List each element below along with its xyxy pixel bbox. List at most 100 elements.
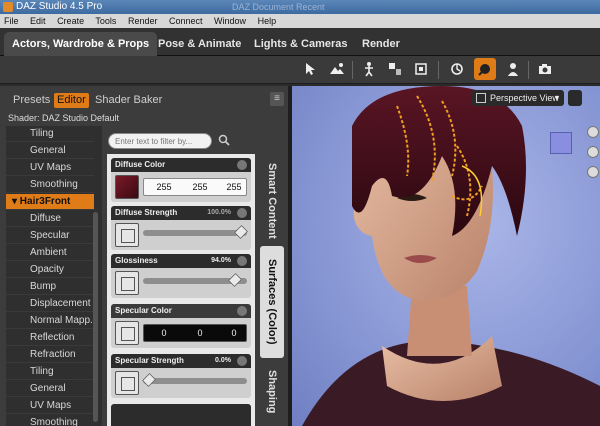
- menu-tools[interactable]: Tools: [95, 16, 116, 26]
- menu-connect[interactable]: Connect: [169, 16, 203, 26]
- camera-selector[interactable]: Perspective View ▾: [472, 90, 564, 106]
- toolbar-separator: [352, 61, 353, 79]
- pane-options-icon[interactable]: ≡: [270, 92, 284, 106]
- blue-value[interactable]: 0: [217, 324, 251, 342]
- red-value[interactable]: 255: [147, 178, 181, 196]
- slider-knob[interactable]: [228, 273, 243, 287]
- toolbar: [0, 56, 600, 84]
- property-header: Glossiness 94.0%: [111, 254, 251, 268]
- slider-track[interactable]: [143, 378, 247, 384]
- grid-icon: [476, 93, 486, 103]
- tree-item[interactable]: Reflection: [6, 330, 94, 346]
- tab-shader-baker[interactable]: Shader Baker: [92, 93, 165, 108]
- tree-item[interactable]: Displacement: [6, 296, 94, 312]
- blue-value[interactable]: 255: [217, 178, 251, 196]
- viewport-options-icon[interactable]: [568, 90, 582, 106]
- tab-actors-wardrobe-props[interactable]: Actors, Wardrobe & Props: [4, 32, 158, 56]
- tree-item[interactable]: Opacity: [6, 262, 94, 278]
- image-map-button[interactable]: [115, 223, 139, 247]
- property-value[interactable]: 94.0%: [211, 254, 231, 268]
- menu-render[interactable]: Render: [128, 16, 158, 26]
- tree-item[interactable]: Tiling: [6, 126, 94, 142]
- gear-icon[interactable]: [237, 356, 247, 366]
- tab-render[interactable]: Render: [354, 32, 408, 56]
- universal-tool-icon[interactable]: [446, 58, 468, 80]
- tab-editor[interactable]: Editor: [54, 93, 89, 108]
- pan-control-icon[interactable]: [587, 146, 599, 158]
- gear-icon[interactable]: [237, 306, 247, 316]
- menu-file[interactable]: File: [4, 16, 19, 26]
- tab-lights-cameras[interactable]: Lights & Cameras: [246, 32, 356, 56]
- tree-item[interactable]: Diffuse: [6, 211, 94, 227]
- tree-item[interactable]: Smoothing: [6, 177, 94, 193]
- camera-label: Perspective View: [490, 93, 559, 103]
- tree-item[interactable]: UV Maps: [6, 160, 94, 176]
- tab-presets[interactable]: Presets: [10, 93, 53, 108]
- slider-track[interactable]: [143, 230, 247, 236]
- node-selection-icon[interactable]: [300, 58, 322, 80]
- tool-settings-icon[interactable]: [410, 58, 432, 80]
- property-label: Glossiness: [115, 256, 158, 265]
- tree-item[interactable]: UV Maps: [6, 398, 94, 414]
- property-header: Specular Color: [111, 304, 251, 318]
- image-map-button[interactable]: [115, 271, 139, 295]
- image-map-button[interactable]: [115, 321, 139, 345]
- green-value[interactable]: 0: [183, 324, 217, 342]
- menu-edit[interactable]: Edit: [30, 16, 46, 26]
- gear-icon[interactable]: [237, 208, 247, 218]
- property-value[interactable]: 100.0%: [207, 206, 231, 220]
- menu-help[interactable]: Help: [258, 16, 277, 26]
- specular-strength-property: Specular Strength 0.0%: [111, 354, 251, 398]
- view-cube-icon[interactable]: [550, 132, 572, 154]
- 3d-viewport[interactable]: Perspective View ▾: [292, 86, 600, 426]
- image-map-button[interactable]: [115, 371, 139, 395]
- tree-item[interactable]: Ambient: [6, 245, 94, 261]
- title-bar: DAZ Studio 4.5 Pro DAZ Document Recent: [0, 0, 600, 14]
- tree-scrollbar[interactable]: [93, 212, 98, 422]
- property-partial: [111, 404, 251, 426]
- filter-input[interactable]: [108, 133, 212, 149]
- tree-item[interactable]: Smoothing: [6, 415, 94, 426]
- search-icon[interactable]: [218, 134, 230, 146]
- surfaces-pane: Presets Editor Shader Baker ≡ Shader: DA…: [0, 86, 288, 426]
- scene-tool-icon[interactable]: [326, 58, 348, 80]
- menu-create[interactable]: Create: [57, 16, 84, 26]
- main-tab-bar: Actors, Wardrobe & Props Pose & Animate …: [0, 28, 600, 56]
- gear-icon[interactable]: [237, 160, 247, 170]
- tab-surfaces-color[interactable]: Surfaces (Color): [260, 246, 284, 358]
- tree-item[interactable]: Normal Mapp...: [6, 313, 98, 329]
- property-value[interactable]: 0.0%: [215, 354, 231, 368]
- green-value[interactable]: 255: [183, 178, 217, 196]
- tab-pose-animate[interactable]: Pose & Animate: [150, 32, 249, 56]
- slider-knob[interactable]: [234, 225, 248, 239]
- menu-window[interactable]: Window: [214, 16, 246, 26]
- property-header: Diffuse Color: [111, 158, 251, 172]
- property-label: Specular Strength: [115, 356, 184, 365]
- tab-shaping[interactable]: Shaping: [260, 362, 284, 422]
- window-title: DAZ Studio 4.5 Pro: [16, 1, 103, 12]
- tab-smart-content[interactable]: Smart Content: [260, 158, 284, 244]
- red-value[interactable]: 0: [147, 324, 181, 342]
- gear-icon[interactable]: [237, 256, 247, 266]
- tree-item[interactable]: Tiling: [6, 364, 94, 380]
- orbit-control-icon[interactable]: [587, 126, 599, 138]
- slider-knob[interactable]: [142, 373, 156, 387]
- glossiness-property: Glossiness 94.0%: [111, 254, 251, 298]
- tree-item[interactable]: General: [6, 143, 94, 159]
- diffuse-color-swatch[interactable]: [115, 175, 139, 199]
- surfaces-pane-tabs: Presets Editor Shader Baker: [0, 90, 270, 110]
- tree-item[interactable]: Bump: [6, 279, 94, 295]
- property-header: Diffuse Strength 100.0%: [111, 206, 251, 220]
- tree-item[interactable]: Specular: [6, 228, 94, 244]
- tree-item[interactable]: Refraction: [6, 347, 94, 363]
- render-icon[interactable]: [534, 58, 556, 80]
- geometry-editor-icon[interactable]: [502, 58, 524, 80]
- tree-item[interactable]: General: [6, 381, 94, 397]
- tree-item-hair3front[interactable]: ▾ Hair3Front: [6, 194, 94, 210]
- joint-editor-icon[interactable]: [358, 58, 380, 80]
- zoom-control-icon[interactable]: [587, 166, 599, 178]
- toolbar-separator: [528, 61, 529, 79]
- region-navigator-icon[interactable]: [384, 58, 406, 80]
- surface-selection-icon[interactable]: [474, 58, 496, 80]
- surface-tree: Tiling General UV Maps Smoothing ▾ Hair3…: [6, 126, 102, 426]
